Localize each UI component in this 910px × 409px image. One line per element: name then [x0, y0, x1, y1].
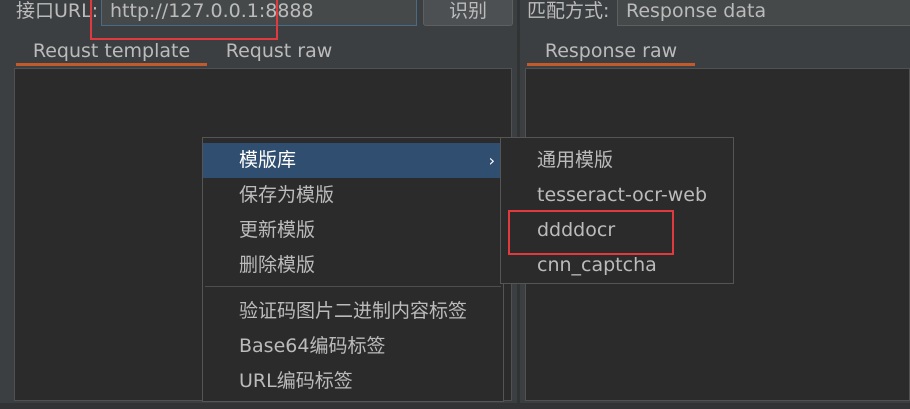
menu-item-save-as-template[interactable]: 保存为模版 [203, 178, 503, 213]
menu-item-update-template[interactable]: 更新模版 [203, 213, 503, 248]
menu-item-base64-tag[interactable]: Base64编码标签 [203, 329, 503, 364]
bottom-scrollbar[interactable] [0, 403, 910, 409]
menu-item-captcha-binary-tag[interactable]: 验证码图片二进制内容标签 [203, 294, 503, 329]
match-mode-select[interactable]: Response data [617, 0, 910, 26]
submenu-arrow-icon: › [488, 151, 495, 170]
menu-item-url-encode-tag[interactable]: URL编码标签 [203, 364, 503, 399]
tab-requst-raw[interactable]: Requst raw [214, 36, 344, 66]
annotation-box-ddddocr [508, 210, 674, 255]
menu-item-label: 模版库 [239, 149, 297, 171]
menu-item-template-library[interactable]: 模版库 › [203, 143, 503, 178]
context-menu: 模版库 › 保存为模版 更新模版 删除模版 验证码图片二进制内容标签 Base6… [202, 137, 504, 402]
submenu-item-tesseract-ocr-web[interactable]: tesseract-ocr-web [501, 178, 733, 213]
submenu-item-generic-template[interactable]: 通用模版 [501, 143, 733, 178]
menu-item-delete-template[interactable]: 删除模版 [203, 248, 503, 283]
match-label: 匹配方式: [527, 0, 610, 22]
menu-separator [205, 286, 501, 287]
tab-response-raw[interactable]: Response raw [527, 36, 695, 66]
identify-button[interactable]: 识别 [423, 0, 513, 26]
tab-requst-template[interactable]: Requst template [16, 36, 207, 66]
annotation-box-url [90, 0, 278, 40]
url-label: 接口URL: [16, 0, 99, 22]
